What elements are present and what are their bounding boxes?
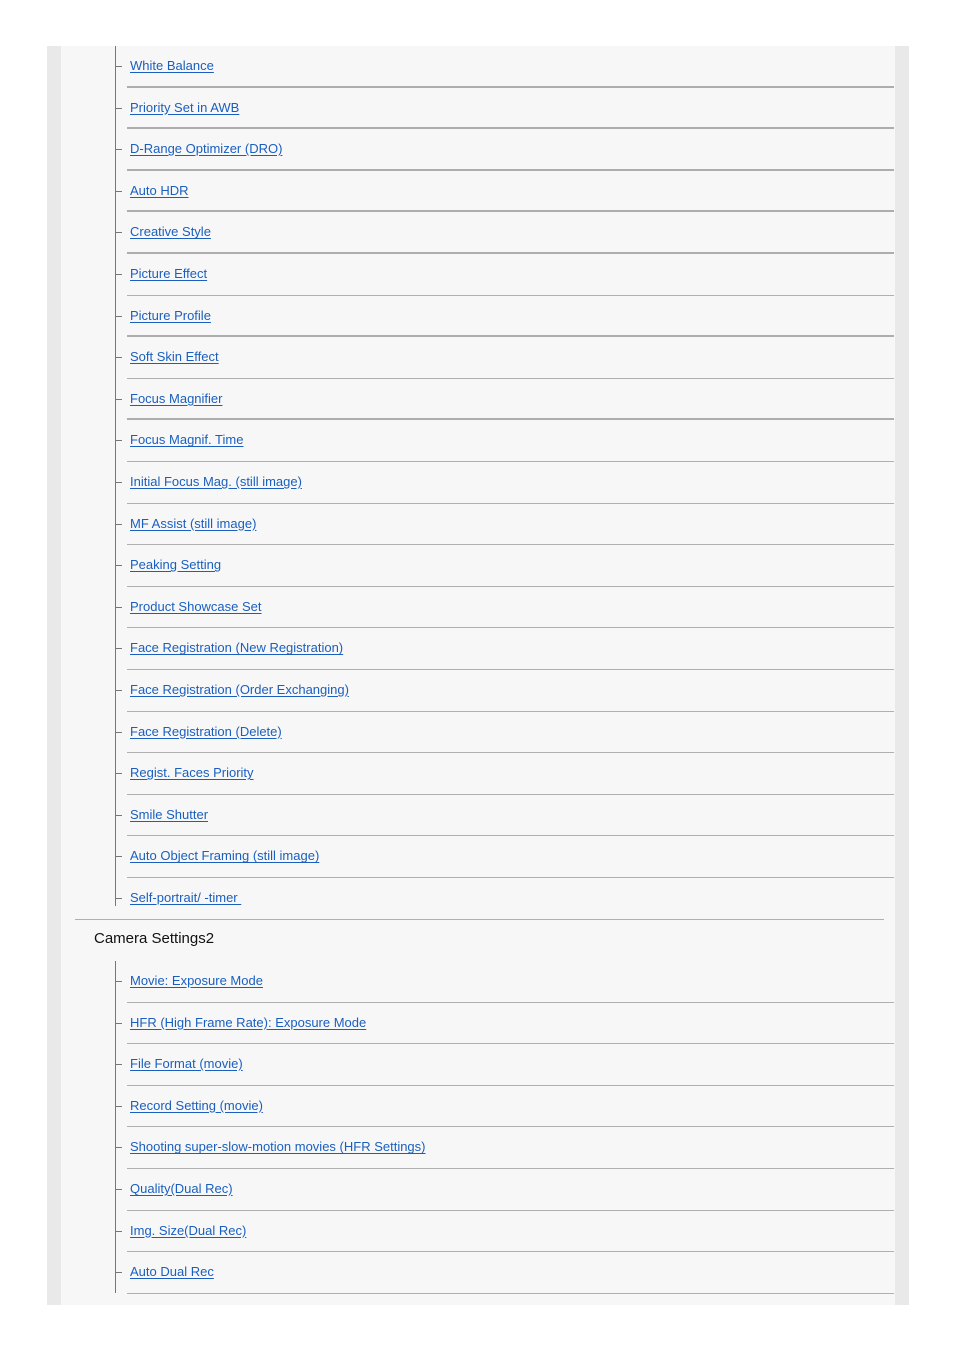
item-divider bbox=[127, 85, 894, 88]
item-divider bbox=[127, 1209, 894, 1211]
link-item[interactable]: MF Assist (still image) bbox=[130, 516, 256, 531]
link-item[interactable]: HFR (High Frame Rate): Exposure Mode bbox=[130, 1015, 366, 1030]
item-divider bbox=[127, 627, 894, 629]
link-item[interactable]: Creative Style bbox=[130, 224, 211, 239]
link-item[interactable]: File Format (movie) bbox=[130, 1056, 243, 1071]
link-item[interactable]: Regist. Faces Priority bbox=[130, 765, 254, 780]
item-divider bbox=[127, 210, 894, 213]
item-divider bbox=[127, 1292, 894, 1294]
tree-branch-icon bbox=[116, 565, 122, 567]
link-item[interactable]: Picture Profile bbox=[130, 308, 211, 323]
tree-branch-icon bbox=[116, 856, 122, 858]
item-divider bbox=[127, 1001, 894, 1003]
item-divider bbox=[127, 544, 894, 546]
item-divider bbox=[127, 460, 894, 462]
link-item[interactable]: Img. Size(Dual Rec) bbox=[130, 1223, 246, 1238]
tree-branch-icon bbox=[116, 689, 122, 691]
link-item[interactable]: Peaking Setting bbox=[130, 557, 221, 572]
tree-branch-icon bbox=[116, 648, 122, 650]
item-divider bbox=[127, 585, 894, 587]
link-item[interactable]: Product Showcase Set bbox=[130, 599, 262, 614]
tree-branch-icon bbox=[116, 398, 122, 400]
tree-branch-icon bbox=[116, 1147, 122, 1149]
link-item[interactable]: Picture Effect bbox=[130, 266, 207, 281]
tree-branch-icon bbox=[116, 1230, 122, 1232]
tree-branch-icon bbox=[116, 315, 122, 317]
content-panel: White Balance Priority Set in AWB D-Range … bbox=[61, 46, 895, 1305]
item-divider bbox=[127, 335, 894, 338]
link-item[interactable]: D-Range Optimizer (DRO) bbox=[130, 141, 282, 156]
link-item[interactable]: Face Registration (Delete) bbox=[130, 724, 282, 739]
item-divider bbox=[127, 1126, 894, 1128]
tree-branch-icon bbox=[116, 606, 122, 608]
section-heading: Camera Settings2 bbox=[94, 930, 215, 947]
content-frame: White Balance Priority Set in AWB D-Range … bbox=[47, 46, 909, 1305]
item-divider bbox=[127, 1084, 894, 1086]
link-item[interactable]: Movie: Exposure Mode bbox=[130, 973, 263, 988]
item-divider bbox=[127, 835, 894, 837]
tree-branch-icon bbox=[116, 523, 122, 525]
item-divider bbox=[127, 1167, 894, 1169]
tree-branch-icon bbox=[116, 273, 122, 275]
item-divider bbox=[127, 710, 894, 712]
section-divider bbox=[75, 919, 884, 920]
tree-branch-icon bbox=[116, 107, 122, 109]
link-item[interactable]: Auto Object Framing (still image) bbox=[130, 848, 319, 863]
tree-branch-icon bbox=[116, 773, 122, 775]
link-item[interactable]: Focus Magnif. Time bbox=[130, 432, 243, 447]
tree-branch-icon bbox=[116, 1022, 122, 1024]
link-item[interactable]: Priority Set in AWB bbox=[130, 100, 239, 115]
item-divider bbox=[127, 502, 894, 504]
item-divider bbox=[127, 377, 894, 379]
tree-line bbox=[115, 961, 116, 1293]
link-item[interactable]: White Balance bbox=[130, 58, 214, 73]
link-item[interactable]: Smile Shutter bbox=[130, 807, 208, 822]
item-divider bbox=[127, 127, 894, 130]
tree-branch-icon bbox=[116, 1105, 122, 1107]
link-item[interactable]: Record Setting (movie) bbox=[130, 1098, 263, 1113]
link-item[interactable]: Self-portrait/ -timer bbox=[130, 890, 241, 905]
tree-branch-icon bbox=[116, 66, 122, 67]
item-divider bbox=[127, 251, 894, 254]
item-divider bbox=[127, 1251, 894, 1253]
item-divider bbox=[127, 418, 894, 421]
link-item[interactable]: Quality(Dual Rec) bbox=[130, 1181, 233, 1196]
item-divider bbox=[127, 876, 894, 878]
tree-line bbox=[115, 46, 116, 906]
link-item[interactable]: Initial Focus Mag. (still image) bbox=[130, 474, 302, 489]
item-divider bbox=[127, 752, 894, 754]
tree-branch-icon bbox=[116, 190, 122, 192]
link-item[interactable]: Auto HDR bbox=[130, 183, 189, 198]
item-divider bbox=[127, 793, 894, 795]
item-divider bbox=[127, 294, 894, 296]
item-divider bbox=[127, 668, 894, 670]
tree-branch-icon bbox=[116, 440, 122, 442]
tree-branch-icon bbox=[116, 1188, 122, 1190]
link-item[interactable]: Face Registration (New Registration) bbox=[130, 640, 343, 655]
tree-branch-icon bbox=[116, 232, 122, 234]
item-divider bbox=[127, 168, 894, 171]
link-item[interactable]: Shooting super-slow-motion movies (HFR S… bbox=[130, 1139, 426, 1154]
tree-branch-icon bbox=[116, 981, 122, 982]
tree-branch-icon bbox=[116, 731, 122, 733]
tree-branch-icon bbox=[116, 814, 122, 816]
link-item[interactable]: Soft Skin Effect bbox=[130, 349, 219, 364]
link-item[interactable]: Face Registration (Order Exchanging) bbox=[130, 682, 349, 697]
tree-branch-icon bbox=[116, 1064, 122, 1066]
tree-branch-icon bbox=[116, 357, 122, 359]
item-divider bbox=[127, 1043, 894, 1045]
tree-branch-icon bbox=[116, 897, 122, 899]
tree-branch-icon bbox=[116, 481, 122, 483]
link-item[interactable]: Auto Dual Rec bbox=[130, 1264, 214, 1279]
tree-branch-icon bbox=[116, 1272, 122, 1274]
tree-branch-icon bbox=[116, 149, 122, 151]
link-item[interactable]: Focus Magnifier bbox=[130, 391, 222, 406]
